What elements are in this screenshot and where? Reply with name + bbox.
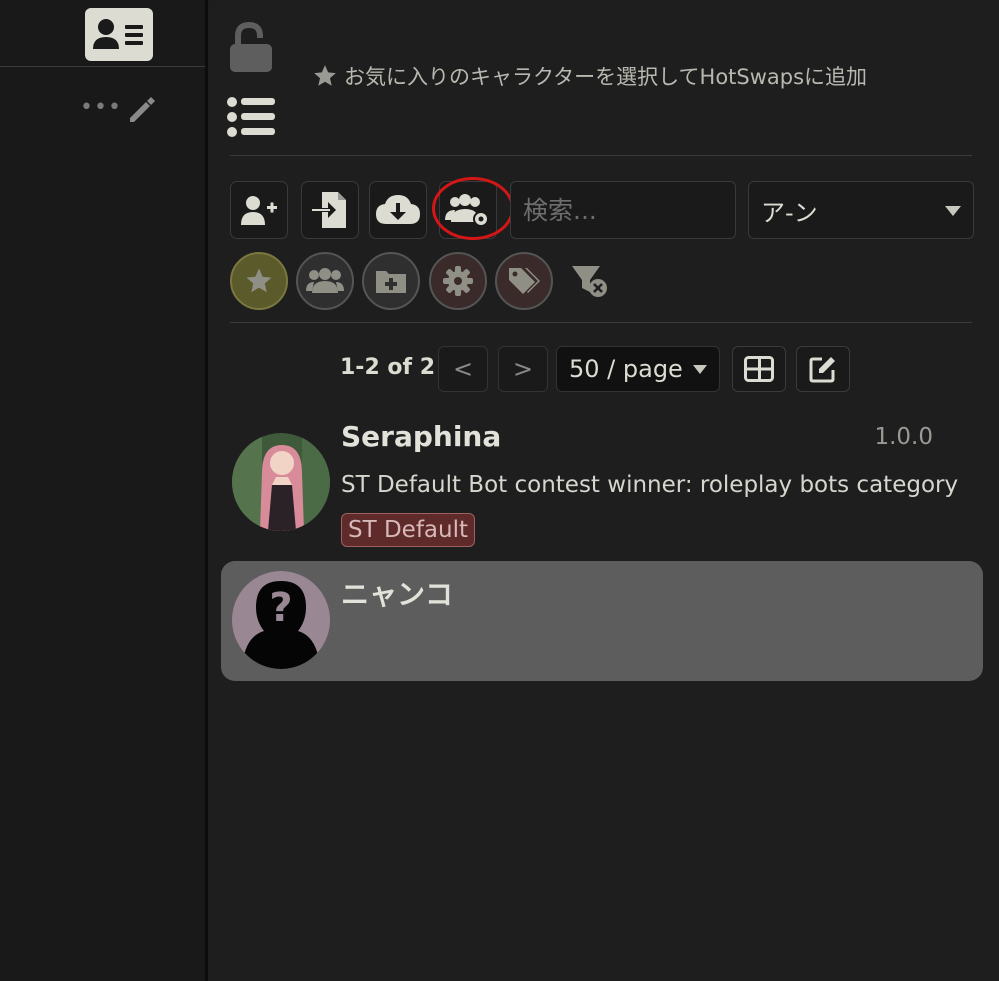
edit-square-icon: [809, 357, 835, 383]
next-page-button[interactable]: >: [498, 346, 548, 392]
chevron-down-icon: [945, 206, 961, 216]
list-icon[interactable]: [226, 96, 276, 140]
star-icon: [314, 65, 336, 86]
prev-page-button[interactable]: <: [438, 346, 488, 392]
svg-text:?: ?: [269, 585, 292, 631]
users-icon: [306, 268, 344, 293]
favorites-filter-button[interactable]: [230, 252, 288, 310]
search-input[interactable]: [510, 181, 736, 239]
avatar: [232, 433, 330, 531]
cloud-download-icon: [376, 195, 420, 224]
character-list-item[interactable]: Seraphina 1.0.0 ST Default Bot contest w…: [221, 410, 983, 550]
character-name: Seraphina: [341, 420, 502, 453]
tags-icon: [509, 268, 540, 294]
left-sidebar: [0, 0, 205, 981]
character-description: ST Default Bot contest winner: roleplay …: [341, 472, 959, 498]
bulk-edit-button[interactable]: [796, 346, 850, 392]
groups-filter-button[interactable]: [296, 252, 354, 310]
unlock-icon[interactable]: [228, 22, 274, 74]
folder-filter-button[interactable]: [362, 252, 420, 310]
file-import-icon: [312, 192, 346, 228]
favorites-hint: お気に入りのキャラクターを選択してHotSwapsに追加: [312, 60, 867, 92]
cloud-download-button[interactable]: [369, 181, 427, 239]
page-size-value: 50 / page: [569, 355, 683, 383]
add-character-button[interactable]: [230, 181, 288, 239]
avatar: ?: [232, 571, 330, 669]
page-size-select[interactable]: 50 / page: [556, 346, 720, 392]
chevron-down-icon: [693, 365, 707, 374]
grid-view-button[interactable]: [732, 346, 786, 392]
folder-plus-icon: [376, 271, 406, 293]
user-plus-icon: [241, 196, 277, 225]
filter-clear-icon[interactable]: [570, 262, 612, 302]
highlight-ring: [432, 177, 514, 240]
star-icon: [246, 268, 272, 293]
sort-select[interactable]: ア-ン: [748, 181, 974, 239]
character-name: ニャンコ: [341, 578, 454, 611]
settings-filter-button[interactable]: [429, 252, 487, 310]
gear-icon: [443, 266, 473, 296]
divider: [230, 322, 972, 323]
pencil-icon[interactable]: [124, 92, 158, 126]
character-card-icon: [93, 18, 143, 49]
character-version: 1.0.0: [874, 424, 933, 450]
grid-icon: [744, 356, 774, 382]
tags-filter-button[interactable]: [495, 252, 553, 310]
import-character-button[interactable]: [301, 181, 359, 239]
divider: [230, 155, 972, 156]
character-management-tab[interactable]: [85, 8, 153, 61]
character-tag[interactable]: ST Default: [341, 513, 475, 547]
ellipsis-icon[interactable]: •••: [80, 95, 121, 121]
sort-select-value: ア-ン: [761, 198, 818, 227]
favorites-hint-text: お気に入りのキャラクターを選択してHotSwapsに追加: [344, 65, 868, 89]
character-list-item[interactable]: ? ニャンコ: [221, 561, 983, 681]
pagination-range: 1-2 of 2: [340, 355, 436, 380]
sidebar-divider: [0, 66, 205, 67]
